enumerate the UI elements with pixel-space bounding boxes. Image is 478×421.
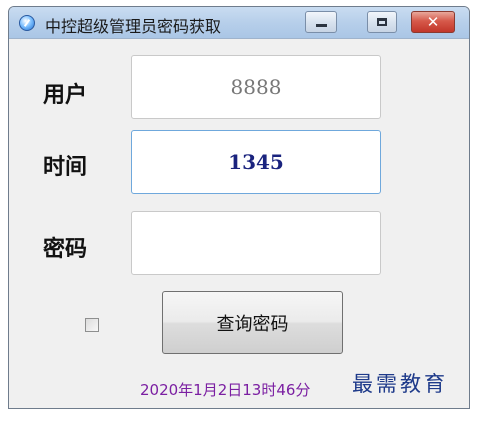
query-password-button[interactable]: 查询密码	[162, 291, 343, 354]
app-window: 中控超级管理员密码获取 ✕ 用户 时间 密码 查询密码 2020年1月2日13时…	[8, 6, 470, 409]
maximize-button[interactable]	[367, 11, 397, 33]
title-bar[interactable]: 中控超级管理员密码获取 ✕	[9, 7, 469, 39]
close-icon: ✕	[426, 13, 440, 31]
minimize-button[interactable]	[305, 11, 337, 33]
user-input[interactable]	[131, 55, 381, 119]
password-output[interactable]	[131, 211, 381, 275]
option-checkbox[interactable]	[85, 318, 99, 332]
minimize-icon	[316, 24, 327, 27]
time-input[interactable]	[131, 130, 381, 194]
user-label: 用户	[43, 83, 88, 108]
time-label: 时间	[43, 155, 88, 180]
close-button[interactable]: ✕	[411, 11, 455, 33]
datetime-status: 2020年1月2日13时46分	[140, 381, 311, 399]
watermark-logo: 最需教育	[352, 372, 448, 396]
maximize-icon	[377, 18, 387, 26]
window-title: 中控超级管理员密码获取	[45, 17, 222, 36]
app-icon	[19, 15, 35, 31]
password-label: 密码	[43, 237, 88, 262]
